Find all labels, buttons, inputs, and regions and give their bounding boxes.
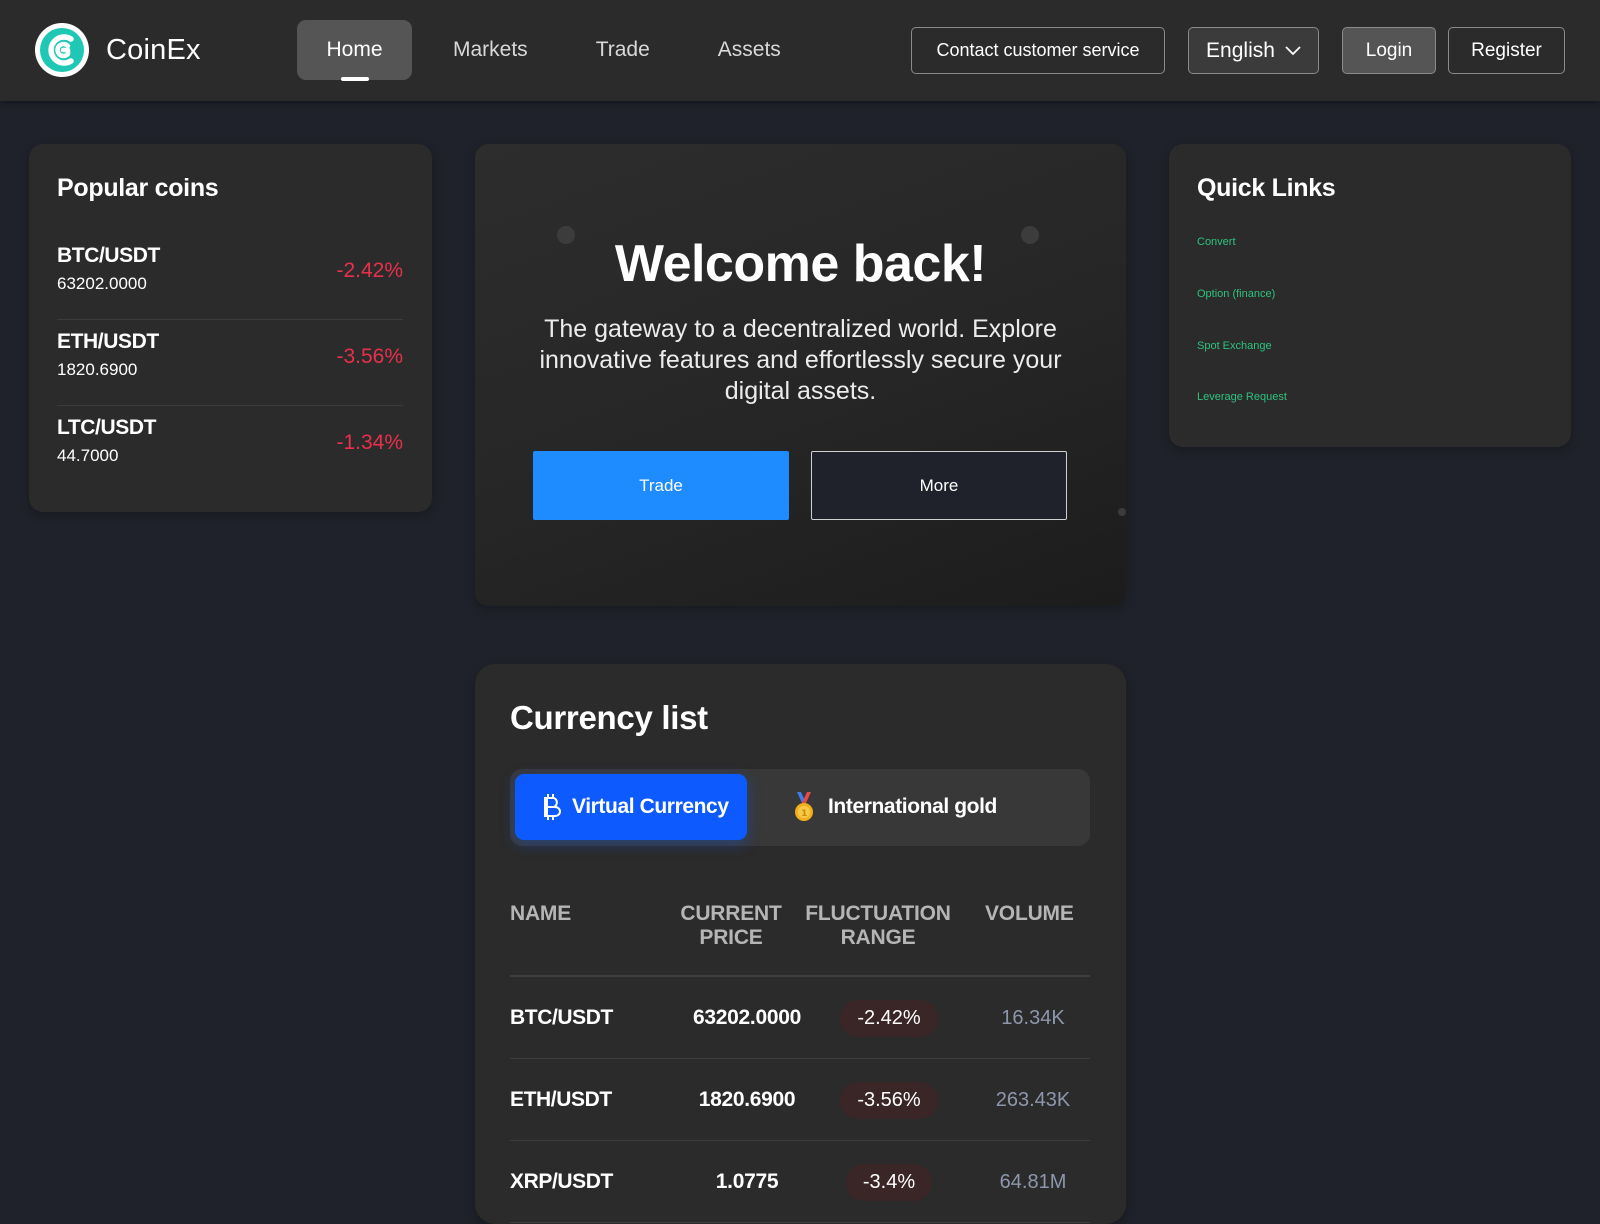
medal-icon: 1 bbox=[790, 791, 818, 823]
quick-links-card: Quick Links Convert Option (finance) Spo… bbox=[1169, 144, 1571, 447]
hero-more-button[interactable]: More bbox=[811, 451, 1067, 520]
popular-coins-title: Popular coins bbox=[57, 174, 219, 202]
nav-home[interactable]: Home bbox=[297, 20, 412, 81]
coin-price: 63202.0000 bbox=[57, 274, 147, 293]
column-header-name: NAME bbox=[510, 902, 572, 925]
welcome-subtitle: The gateway to a decentralized world. Ex… bbox=[539, 315, 1062, 405]
cell-range: -3.56% bbox=[826, 1059, 952, 1141]
cell-name: ETH/USDT bbox=[510, 1088, 612, 1111]
welcome-hero: Welcome back! The gateway to a decentral… bbox=[475, 144, 1126, 606]
cell-price: 1.0775 bbox=[715, 1170, 779, 1193]
range-badge: -3.4% bbox=[845, 1163, 933, 1201]
cell-range: -3.4% bbox=[826, 1141, 952, 1223]
coin-pair: LTC/USDT bbox=[57, 416, 157, 439]
language-label: English bbox=[1206, 38, 1275, 62]
bitcoin-icon bbox=[542, 792, 562, 822]
column-header-range: FLUCTUATION RANGE bbox=[805, 902, 951, 949]
table-row[interactable]: XRP/USDT 1.0775 -3.4% 64.81M bbox=[510, 1141, 1090, 1223]
contact-service-button[interactable]: Contact customer service bbox=[911, 27, 1165, 74]
cell-price: 63202.0000 bbox=[693, 1006, 801, 1029]
chevron-down-icon bbox=[1285, 45, 1301, 55]
coinex-logo-icon bbox=[35, 23, 89, 77]
cell-name: BTC/USDT bbox=[510, 1006, 613, 1029]
tab-label: International gold bbox=[828, 795, 997, 818]
quick-link-option[interactable]: Option (finance) bbox=[1197, 288, 1275, 300]
nav-trade[interactable]: Trade bbox=[568, 20, 678, 80]
currency-list-card: Currency list Virtual Currency 1 Interna… bbox=[475, 664, 1126, 1224]
quick-links-title: Quick Links bbox=[1197, 174, 1336, 202]
top-header: CoinEx Home Markets Trade Assets Contact… bbox=[0, 0, 1600, 101]
coin-pair: BTC/USDT bbox=[57, 244, 160, 267]
brand-logo[interactable]: CoinEx bbox=[35, 23, 201, 77]
hero-trade-button[interactable]: Trade bbox=[533, 451, 789, 520]
tab-international-gold[interactable]: 1 International gold bbox=[790, 774, 1030, 840]
cell-volume: 16.34K bbox=[1001, 1006, 1065, 1029]
coin-change: -1.34% bbox=[336, 431, 403, 454]
coin-change: -2.42% bbox=[336, 259, 403, 282]
cell-volume: 263.43K bbox=[995, 1088, 1071, 1111]
coin-change: -3.56% bbox=[336, 345, 403, 368]
tab-label: Virtual Currency bbox=[572, 795, 729, 818]
coin-price: 1820.6900 bbox=[57, 360, 138, 379]
coin-row[interactable]: LTC/USDT 44.7000 -1.34% bbox=[57, 406, 403, 492]
svg-text:1: 1 bbox=[801, 809, 807, 819]
currency-list-title: Currency list bbox=[510, 699, 708, 736]
cell-volume: 64.81M bbox=[999, 1170, 1067, 1193]
coin-row[interactable]: ETH/USDT 1820.6900 -3.56% bbox=[57, 320, 403, 406]
quick-link-leverage-request[interactable]: Leverage Request bbox=[1197, 391, 1287, 403]
tab-virtual-currency[interactable]: Virtual Currency bbox=[515, 774, 747, 840]
nav-assets[interactable]: Assets bbox=[690, 20, 809, 80]
coin-row[interactable]: BTC/USDT 63202.0000 -2.42% bbox=[57, 234, 403, 320]
welcome-title: Welcome back! bbox=[614, 235, 987, 293]
quick-link-spot-exchange[interactable]: Spot Exchange bbox=[1197, 340, 1272, 352]
range-badge: -3.56% bbox=[840, 1081, 938, 1119]
cell-name: XRP/USDT bbox=[510, 1170, 613, 1193]
register-button[interactable]: Register bbox=[1448, 27, 1565, 74]
coin-price: 44.7000 bbox=[57, 446, 119, 465]
cell-price: 1820.6900 bbox=[698, 1088, 796, 1111]
language-select[interactable]: English bbox=[1188, 27, 1319, 74]
column-header-price: CURRENT PRICE bbox=[680, 902, 782, 949]
currency-tabs: Virtual Currency 1 International gold bbox=[510, 769, 1090, 846]
decorative-dot bbox=[1118, 508, 1126, 516]
nav-markets[interactable]: Markets bbox=[425, 20, 556, 80]
table-row[interactable]: ETH/USDT 1820.6900 -3.56% 263.43K bbox=[510, 1059, 1090, 1141]
range-badge: -2.42% bbox=[840, 999, 938, 1037]
coin-pair: ETH/USDT bbox=[57, 330, 159, 353]
cell-range: -2.42% bbox=[826, 977, 952, 1059]
login-button[interactable]: Login bbox=[1342, 27, 1436, 74]
column-header-volume: VOLUME bbox=[985, 902, 1074, 925]
brand-name: CoinEx bbox=[106, 33, 201, 66]
main-nav: Home Markets Trade Assets bbox=[297, 20, 809, 81]
popular-coins-card: Popular coins BTC/USDT 63202.0000 -2.42%… bbox=[29, 144, 432, 512]
table-row[interactable]: BTC/USDT 63202.0000 -2.42% 16.34K bbox=[510, 977, 1090, 1059]
quick-link-convert[interactable]: Convert bbox=[1197, 236, 1236, 248]
